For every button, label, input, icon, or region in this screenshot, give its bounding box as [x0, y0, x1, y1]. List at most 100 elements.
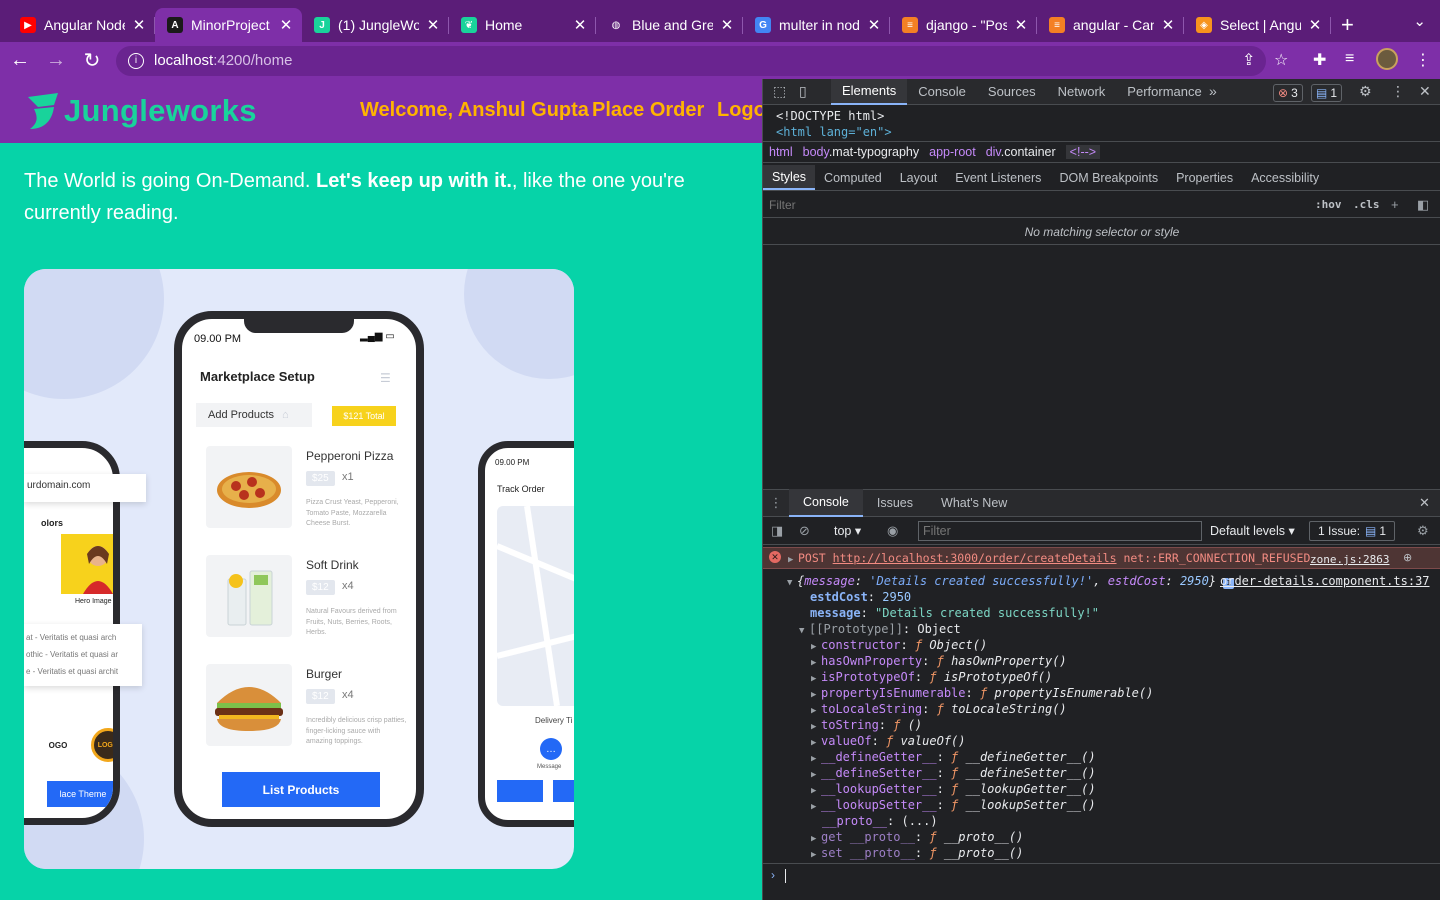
styles-tab[interactable]: Styles — [763, 165, 816, 190]
styles-filter-input[interactable] — [769, 194, 1299, 215]
styles-tab[interactable]: Properties — [1167, 165, 1242, 190]
prototype-member[interactable]: ▶ hasOwnProperty: ƒ hasOwnProperty() — [811, 653, 1067, 669]
live-expression-eye-icon[interactable]: ◉ — [887, 523, 898, 539]
dom-html-tag[interactable]: <html lang="en"> — [776, 124, 892, 140]
close-devtools-icon[interactable]: ✕ — [1419, 83, 1431, 100]
network-panel-icon[interactable]: ⊕ — [1403, 551, 1412, 564]
dom-doctype[interactable]: <!DOCTYPE html> — [776, 108, 884, 124]
close-tab-icon[interactable]: ✕ — [278, 16, 294, 34]
log-summary[interactable]: ▼ {message: 'Details created successfully… — [787, 573, 1235, 589]
back-icon[interactable]: ← — [4, 49, 36, 72]
devtools-tab-sources[interactable]: Sources — [977, 79, 1047, 105]
device-toolbar-icon[interactable]: ▯ — [799, 83, 807, 100]
close-tab-icon[interactable]: ✕ — [719, 16, 735, 34]
prototype-member[interactable]: ▶ __defineSetter__: ƒ __defineSetter__() — [811, 765, 1096, 781]
log-prototype[interactable]: ▼ [[Prototype]]: Object — [799, 621, 961, 637]
new-tab-button[interactable]: + — [1341, 8, 1354, 42]
close-tab-icon[interactable]: ✕ — [572, 16, 588, 34]
tab-search-icon[interactable]: ⌄ — [1413, 12, 1426, 30]
issues-counter[interactable]: 1 Issue: ▤ 1 — [1309, 520, 1396, 541]
new-style-rule-icon[interactable]: + — [1391, 197, 1399, 212]
browser-tab[interactable]: ◍ Blue and Green ✕ — [596, 8, 743, 42]
place-order-link[interactable]: Place Order — [592, 99, 704, 122]
prototype-member[interactable]: ▶ __lookupSetter__: ƒ __lookupSetter__() — [811, 797, 1096, 813]
welcome-link[interactable]: Welcome, Anshul Gupta — [360, 99, 589, 122]
breadcrumb-item[interactable]: body.mat-typography — [803, 145, 920, 159]
cls-toggle[interactable]: .cls — [1353, 198, 1380, 211]
info-count-badge[interactable]: ▤ 1 — [1311, 84, 1343, 102]
clear-console-icon[interactable]: ⊘ — [799, 523, 810, 539]
media-control-icon[interactable]: ≡ — [1345, 50, 1354, 68]
profile-avatar[interactable] — [1376, 48, 1398, 70]
console-filter-input[interactable] — [918, 520, 1202, 541]
console-prompt[interactable]: › — [763, 863, 1440, 889]
breadcrumb-item[interactable]: div.container — [986, 145, 1056, 159]
browser-tab[interactable]: ≡ angular - Can ✕ — [1037, 8, 1184, 42]
address-bar[interactable]: i localhost:4200/home — [116, 45, 1266, 76]
prototype-member[interactable]: ▶ propertyIsEnumerable: ƒ propertyIsEnume… — [811, 685, 1153, 701]
devtools-tab-performance[interactable]: Performance — [1116, 79, 1212, 105]
drawer-tab[interactable]: Console — [789, 489, 863, 517]
share-icon[interactable]: ⇪ — [1242, 50, 1255, 70]
devtools-tab-elements[interactable]: Elements — [831, 78, 908, 105]
devtools-tab-network[interactable]: Network — [1047, 79, 1117, 105]
close-tab-icon[interactable]: ✕ — [866, 16, 882, 34]
close-tab-icon[interactable]: ✕ — [1307, 16, 1323, 34]
browser-menu-icon[interactable]: ⋮ — [1415, 50, 1431, 70]
site-info-icon[interactable]: i — [128, 52, 144, 69]
inspect-element-icon[interactable]: ⬚ — [773, 83, 786, 100]
prototype-member[interactable]: ▶ isPrototypeOf: ƒ isPrototypeOf() — [811, 669, 1052, 685]
log-source-link[interactable]: order-details.component.ts:37 — [1220, 573, 1430, 589]
breadcrumb-item[interactable]: app-root — [929, 145, 976, 159]
toggle-sidebar-icon[interactable]: ◧ — [1417, 197, 1429, 213]
browser-tab[interactable]: J (1) JungleWork ✕ — [302, 8, 449, 42]
browser-tab[interactable]: ◈ Select | Angula ✕ — [1184, 8, 1331, 42]
forward-icon[interactable]: → — [40, 49, 72, 72]
browser-tab[interactable]: ▶ Angular Node ✕ — [8, 8, 155, 42]
drawer-menu-icon[interactable]: ⋮ — [763, 495, 789, 511]
devtools-tab-console[interactable]: Console — [907, 79, 977, 105]
styles-tab[interactable]: DOM Breakpoints — [1050, 165, 1167, 190]
hov-toggle[interactable]: :hov — [1315, 198, 1342, 211]
close-tab-icon[interactable]: ✕ — [1013, 16, 1029, 34]
browser-tab[interactable]: Gmulter in node ✕ — [743, 8, 890, 42]
site-logo[interactable]: Jungleworks — [24, 91, 257, 131]
styles-tab[interactable]: Accessibility — [1242, 165, 1328, 190]
console-sidebar-icon[interactable]: ◨ — [771, 523, 783, 539]
log-setter[interactable]: ▶ set __proto__: ƒ __proto__() — [811, 845, 1023, 861]
console-settings-gear-icon[interactable]: ⚙ — [1417, 523, 1429, 539]
bookmark-star-icon[interactable]: ☆ — [1274, 50, 1288, 70]
console-error-row[interactable]: ✕ ▶ POST http://localhost:3000/order/crea… — [763, 547, 1440, 569]
extensions-icon[interactable]: ✚ — [1313, 50, 1326, 70]
logout-link[interactable]: Logo — [717, 99, 762, 122]
breadcrumb-item[interactable]: html — [769, 145, 793, 159]
styles-tab[interactable]: Layout — [891, 165, 947, 190]
log-levels-dropdown[interactable]: Default levels ▾ — [1210, 523, 1295, 538]
prototype-member[interactable]: ▶ constructor: ƒ Object() — [811, 637, 987, 653]
drawer-tab[interactable]: Issues — [863, 489, 927, 517]
prototype-member[interactable]: ▶ valueOf: ƒ valueOf() — [811, 733, 966, 749]
prototype-member[interactable]: ▶ toString: ƒ () — [811, 717, 922, 733]
browser-tab[interactable]: A MinorProject ✕ — [155, 8, 302, 42]
styles-tab[interactable]: Computed — [815, 165, 891, 190]
error-source-link[interactable]: zone.js:2863 — [1310, 553, 1389, 566]
styles-tab[interactable]: Event Listeners — [946, 165, 1050, 190]
breadcrumb-item[interactable]: <!--> — [1065, 145, 1101, 159]
settings-gear-icon[interactable]: ⚙ — [1359, 83, 1372, 100]
prototype-member[interactable]: ▶ toLocaleString: ƒ toLocaleString() — [811, 701, 1067, 717]
error-count-badge[interactable]: ⊗ 3 — [1273, 84, 1303, 102]
reload-icon[interactable]: ↻ — [76, 48, 108, 73]
devtools-menu-icon[interactable]: ⋮ — [1391, 83, 1405, 100]
prototype-member[interactable]: ▶ __defineGetter__: ƒ __defineGetter__() — [811, 749, 1096, 765]
close-tab-icon[interactable]: ✕ — [131, 16, 147, 34]
drawer-tab[interactable]: What's New — [927, 489, 1021, 517]
error-url[interactable]: http://localhost:3000/order/createDetail… — [833, 551, 1117, 565]
close-tab-icon[interactable]: ✕ — [425, 16, 441, 34]
context-selector[interactable]: top ▾ — [834, 523, 861, 538]
browser-tab[interactable]: ≡ django - "Post ✕ — [890, 8, 1037, 42]
close-drawer-icon[interactable]: ✕ — [1419, 495, 1430, 511]
more-tabs-icon[interactable]: » — [1209, 83, 1217, 99]
prototype-member[interactable]: ▶ __lookupGetter__: ƒ __lookupGetter__() — [811, 781, 1096, 797]
log-getter[interactable]: ▶ get __proto__: ƒ __proto__() — [811, 829, 1023, 845]
browser-tab[interactable]: ❦ Home ✕ — [449, 8, 596, 42]
